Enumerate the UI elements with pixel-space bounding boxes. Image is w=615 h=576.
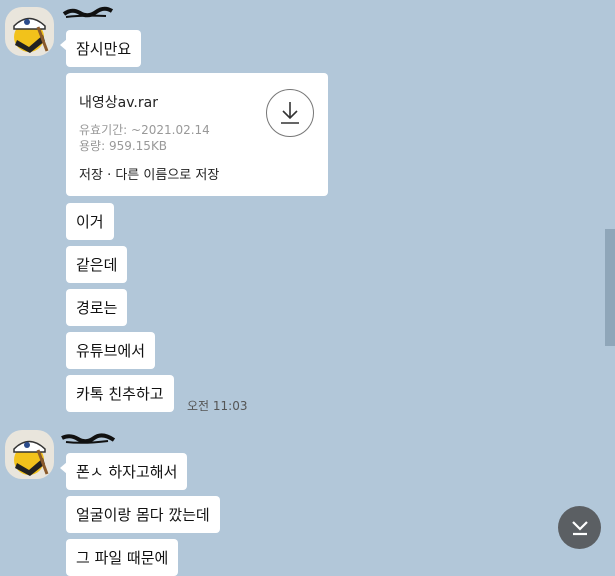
message-bubble[interactable]: 잠시만요 [59,30,142,67]
file-name: 내영상av.rar [79,95,158,111]
file-expiry: 유효기간: ~2021.02.14 [79,121,210,138]
action-separator: · [107,168,112,183]
message-bubble[interactable]: 폰ㅅ 하자고해서 [59,453,188,490]
scroll-to-bottom-icon [571,520,588,535]
file-card[interactable]: 내영상av.rar 유효기간: ~2021.02.14 용량: 959.15KB… [66,73,328,196]
redacted-name [61,433,116,444]
file-size-value: 959.15KB [108,139,168,153]
file-expiry-label: 유효기간: [79,123,128,137]
message-bubble[interactable]: 이거 [66,203,114,240]
file-size-label: 용량: [79,139,106,153]
message-bubble[interactable]: 카톡 친추하고 [66,375,174,412]
scroll-to-bottom-button[interactable] [558,506,601,549]
file-expiry-value: ~2021.02.14 [131,123,210,137]
message-text: 그 파일 때문에 [76,548,169,567]
message-bubble[interactable]: 같은데 [66,246,128,283]
message-text: 같은데 [76,255,118,274]
save-link[interactable]: 저장 [79,168,103,183]
download-icon [281,102,299,124]
message-text: 얼굴이랑 몸다 깠는데 [76,505,210,524]
download-button[interactable] [266,89,314,137]
message-bubble[interactable]: 얼굴이랑 몸다 깠는데 [66,496,220,533]
message-bubble[interactable]: 경로는 [66,289,128,326]
message-bubble[interactable]: 그 파일 때문에 [66,539,179,576]
file-actions: 저장 · 다른 이름으로 저장 [79,164,219,183]
message-text: 유튜브에서 [76,341,146,360]
redacted-name [62,6,114,18]
save-as-link[interactable]: 다른 이름으로 저장 [115,168,219,183]
message-text: 경로는 [76,298,118,317]
message-text: 이거 [76,212,104,231]
avatar-icon [13,17,49,53]
message-text: 잠시만요 [76,39,132,58]
avatar-icon [13,440,49,476]
avatar[interactable] [5,7,54,56]
message-text: 폰ㅅ 하자고해서 [76,462,178,481]
avatar[interactable] [5,430,54,479]
message-text: 카톡 친추하고 [76,384,164,403]
file-size: 용량: 959.15KB [79,137,167,154]
message-time: 오전 11:03 [187,399,248,413]
scrollbar-thumb[interactable] [605,229,615,346]
message-bubble[interactable]: 유튜브에서 [66,332,156,369]
